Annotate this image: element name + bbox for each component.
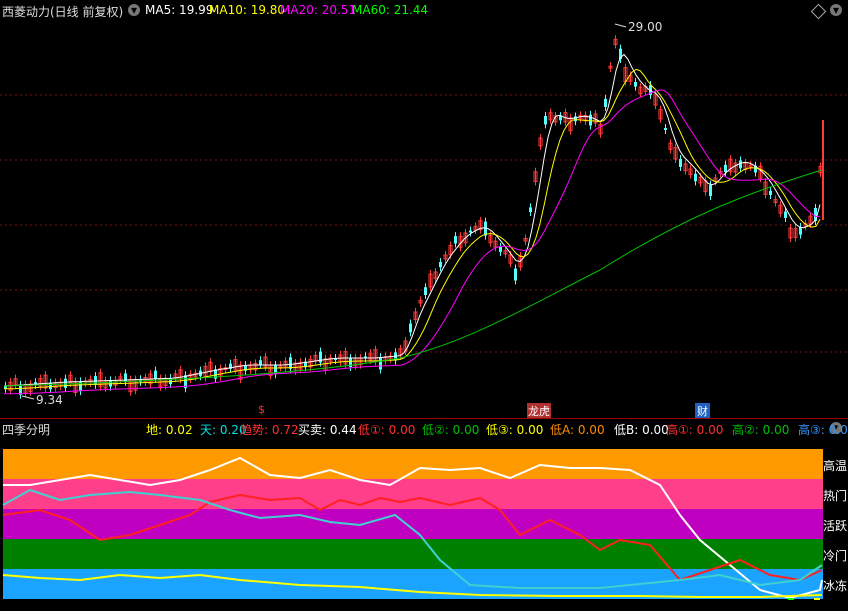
candle [439,262,442,268]
low-pointer [21,395,35,400]
candle [94,376,97,385]
price-chart[interactable]: 29.00 9.34 [0,20,848,420]
indicator-value: 趋势: 0.72 [240,423,299,437]
event-marker-longhu[interactable]: 龙虎 [527,403,551,419]
ma5-line [4,53,821,387]
stock-title[interactable]: 西菱动力(日线 前复权) [2,3,123,20]
candle [499,246,502,252]
indicator-value: 低②: 0.00 [422,423,480,437]
high-pointer [614,23,627,28]
ma10-label: MA10: 19.80 [209,3,286,17]
indicator-value: 低①: 0.00 [358,423,416,437]
high-price-label: 29.00 [628,20,662,34]
indicator-value: 高②: 0.00 [732,423,790,437]
marker-green [788,598,794,600]
candle [694,173,697,182]
candle [664,128,667,130]
ma5-label: MA5: 19.99 [145,3,214,17]
chevron-down-icon[interactable]: ▾ [830,4,842,16]
ma20-label: MA20: 20.51 [280,3,357,17]
candle [154,370,157,379]
ma60-label: MA60: 21.44 [352,3,429,17]
marker-yellow [814,598,820,600]
candle [454,236,457,244]
diamond-icon[interactable] [810,3,827,20]
candle [679,159,682,167]
candle [49,382,52,390]
candle [589,114,592,126]
chart-header: 西菱动力(日线 前复权) ▾ MA5: 19.99 MA10: 19.80 MA… [0,0,848,20]
candle [634,82,637,87]
ma60-line [3,169,823,387]
candle [259,360,262,365]
candle [64,378,67,388]
indicator-value: 买卖: 0.44 [298,423,357,437]
indicator-value: 高①: 0.00 [666,423,724,437]
candle [769,190,772,195]
candle [529,207,532,212]
ma20-line [4,89,821,395]
indicator-value: 低A: 0.00 [550,423,605,437]
indicator-value: 低B: 0.00 [614,423,669,437]
candle [544,116,547,125]
indicator-value: 高③: 0.00 [798,423,848,437]
candle [559,116,562,121]
chevron-down-icon[interactable]: ▾ [128,4,140,16]
indicator-chart[interactable] [0,440,848,600]
candle [289,357,292,369]
candle [124,373,127,382]
candle [784,211,787,218]
candle [739,160,742,169]
event-marker-finance[interactable]: 财 [695,403,710,419]
candle [379,357,382,370]
panel-divider [0,418,848,419]
indicator-value: 低③: 0.00 [486,423,544,437]
candle [469,230,472,233]
candle [409,323,412,333]
candle [604,98,607,108]
candle [799,227,802,235]
event-marker-signal[interactable]: $ [258,403,265,416]
indicator-title[interactable]: 四季分明 [2,421,50,438]
low-price-label: 9.34 [36,393,63,407]
candle [709,184,712,197]
candle [424,287,427,295]
candle [724,164,727,172]
candle [514,268,517,281]
candle [79,381,82,392]
indicator-value: 地: 0.02 [146,423,193,437]
ma10-line [4,68,821,390]
